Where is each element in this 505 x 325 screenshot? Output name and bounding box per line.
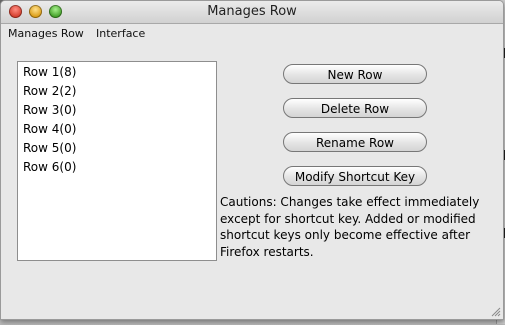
cautions-text: Cautions: Changes take effect immediatel… xyxy=(220,195,480,259)
list-item[interactable]: Row 3(0) xyxy=(23,103,76,117)
list-item[interactable]: Row 4(0) xyxy=(23,122,76,136)
list-item[interactable]: Row 2(2) xyxy=(23,84,76,98)
title-bar[interactable]: Manages Row xyxy=(1,1,503,24)
rename-row-button[interactable]: Rename Row xyxy=(283,132,427,152)
list-item[interactable]: Row 1(8) xyxy=(23,65,76,79)
menu-manages-row[interactable]: Manages Row xyxy=(8,27,84,40)
resize-grip-icon[interactable] xyxy=(489,305,501,317)
delete-row-button[interactable]: Delete Row xyxy=(283,98,427,118)
list-item[interactable]: Row 5(0) xyxy=(23,141,76,155)
modify-shortcut-key-button[interactable]: Modify Shortcut Key xyxy=(283,166,427,186)
new-row-button[interactable]: New Row xyxy=(283,64,427,84)
manages-row-dialog: Manages Row Manages Row Interface Row 1(… xyxy=(0,0,504,320)
window-title: Manages Row xyxy=(207,4,297,19)
menu-interface[interactable]: Interface xyxy=(96,27,145,40)
list-item[interactable]: Row 6(0) xyxy=(23,160,76,174)
row-list[interactable]: Row 1(8) Row 2(2) Row 3(0) Row 4(0) Row … xyxy=(17,61,217,261)
